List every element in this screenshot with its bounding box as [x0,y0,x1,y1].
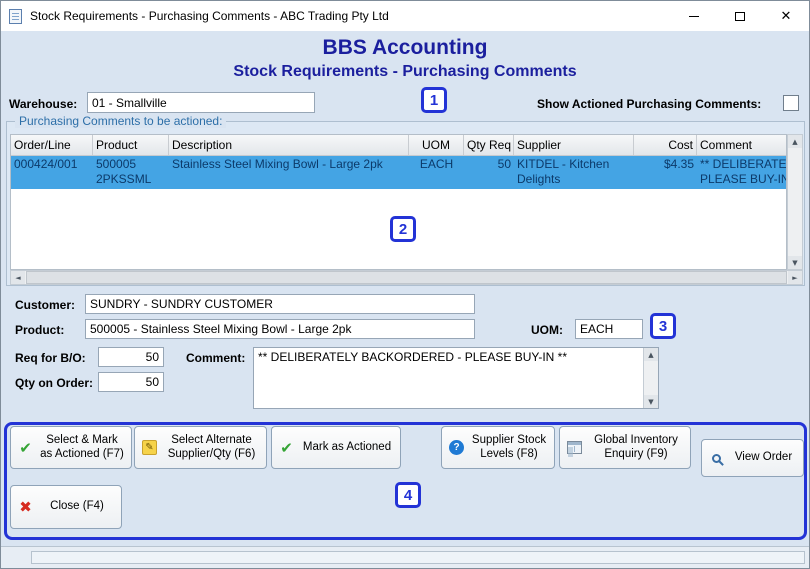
close-icon: ✕ [780,8,792,24]
title-bar: Stock Requirements - Purchasing Comments… [1,1,809,31]
warehouse-label: Warehouse: [9,97,78,111]
window-title: Stock Requirements - Purchasing Comments… [30,9,389,23]
cell-cost: $4.35 [663,157,694,171]
arrow-left-icon: ◄ [15,273,21,282]
customer-label: Customer: [15,298,76,312]
annotation-badge-3: 3 [650,313,676,339]
mark-as-actioned-button[interactable]: ✔ Mark as Actioned [271,426,401,469]
grid-col-qty-req[interactable]: Qty Req [464,135,514,155]
supplier-stock-levels-button[interactable]: ? Supplier Stock Levels (F8) [441,426,555,469]
cell-product: 500005 2PKSSML [96,157,152,186]
select-alternate-supplier-button[interactable]: ✎ Select Alternate Supplier/Qty (F6) [134,426,267,469]
arrow-up-icon: ▲ [792,137,798,146]
minimize-button[interactable] [671,1,717,31]
req-bo-label: Req for B/O: [15,351,86,365]
table-row[interactable]: 000424/001 500005 2PKSSML Stainless Stee… [11,156,787,189]
cell-description: Stainless Steel Mixing Bowl - Large 2pk [172,157,383,171]
show-actioned-checkbox[interactable] [783,95,799,111]
grid-col-supplier[interactable]: Supplier [514,135,634,155]
supplier-stock-levels-label: Supplier Stock Levels (F8) [471,433,547,460]
window-controls: ✕ [671,1,809,31]
check-icon: ✔ [280,438,293,457]
cell-supplier: KITDEL - Kitchen Delights [517,157,610,186]
view-order-label: View Order [734,451,793,464]
scroll-right-button[interactable]: ► [788,271,802,284]
grid-hscrollbar[interactable]: ◄ ► [10,270,803,285]
page-title: Stock Requirements - Purchasing Comments [233,63,577,80]
product-input[interactable]: 500005 - Stainless Steel Mixing Bowl - L… [85,319,475,339]
select-mark-actioned-button[interactable]: ✔ Select & Mark as Actioned (F7) [10,426,132,469]
close-form-label: Close (F4) [50,500,104,513]
grid-vscrollbar[interactable]: ▲ ▼ [787,134,803,270]
arrow-down-icon: ▼ [648,397,654,406]
comment-vscrollbar[interactable]: ▲ ▼ [643,348,658,408]
comment-scroll-up-button[interactable]: ▲ [644,348,658,361]
purchasing-comments-groupbox: Purchasing Comments to be actioned: Orde… [6,114,805,286]
annotation-badge-1: 1 [421,87,447,113]
comment-text: ** DELIBERATELY BACKORDERED - PLEASE BUY… [258,350,567,364]
grid-col-product[interactable]: Product [93,135,169,155]
scroll-down-button[interactable]: ▼ [788,256,802,269]
minimize-icon [689,15,699,17]
req-bo-input[interactable]: 50 [98,347,164,367]
app-icon [9,8,22,24]
app-title: BBS Accounting [322,36,488,59]
status-field [31,551,805,564]
grid-col-description[interactable]: Description [169,135,409,155]
status-bar [1,546,809,568]
comments-grid: Order/Line Product Description UOM Qty R… [10,134,787,270]
close-form-button[interactable]: ✖ Close (F4) [10,485,122,529]
comment-scroll-down-button[interactable]: ▼ [644,395,658,408]
comment-textarea[interactable]: ** DELIBERATELY BACKORDERED - PLEASE BUY… [253,347,659,409]
show-actioned-label: Show Actioned Purchasing Comments: [537,97,762,111]
maximize-button[interactable] [717,1,763,31]
uom-label: UOM: [531,323,563,337]
cell-comment: ** DELIBERATELY BACKORDERED - PLEASE BUY… [700,157,787,186]
maximize-icon [735,11,745,21]
global-inventory-enquiry-button[interactable]: Global Inventory Enquiry (F9) [559,426,691,469]
cell-order-line: 000424/001 [14,157,78,171]
arrow-down-icon: ▼ [792,258,798,267]
groupbox-label: Purchasing Comments to be actioned: [15,114,227,128]
grid-col-comment[interactable]: Comment [697,135,786,155]
arrow-up-icon: ▲ [648,350,654,359]
uom-input[interactable]: EACH [575,319,643,339]
cell-qty-req: 50 [497,157,511,171]
grid-inner: Order/Line Product Description UOM Qty R… [11,135,787,269]
grid-col-order-line[interactable]: Order/Line [11,135,93,155]
product-label: Product: [15,323,65,337]
application-window: { "window": { "title": "Stock Requiremen… [0,0,810,569]
magnifier-icon [712,453,721,463]
inventory-grid-icon [567,441,582,454]
arrow-right-icon: ► [792,273,798,282]
grid-col-uom[interactable]: UOM [409,135,464,155]
customer-input[interactable]: SUNDRY - SUNDRY CUSTOMER [85,294,475,314]
qty-on-order-label: Qty on Order: [15,376,94,390]
cell-uom: EACH [419,157,454,171]
select-mark-actioned-label: Select & Mark as Actioned (F7) [40,433,124,460]
question-icon: ? [449,440,464,455]
annotation-badge-4: 4 [395,482,421,508]
red-x-icon: ✖ [19,498,32,516]
qty-on-order-input[interactable]: 50 [98,372,164,392]
annotation-badge-2: 2 [390,216,416,242]
comment-label: Comment: [186,351,246,365]
warehouse-input[interactable]: 01 - Smallville [87,92,315,113]
scroll-left-button[interactable]: ◄ [11,271,25,284]
global-inventory-enquiry-label: Global Inventory Enquiry (F9) [594,433,678,460]
mark-as-actioned-label: Mark as Actioned [302,440,392,453]
hscroll-thumb[interactable] [26,271,787,284]
note-edit-icon: ✎ [142,440,157,455]
grid-header-row: Order/Line Product Description UOM Qty R… [11,135,786,156]
check-icon: ✔ [19,438,32,457]
close-button[interactable]: ✕ [763,1,809,31]
view-order-button[interactable]: View Order [701,439,804,477]
grid-col-cost[interactable]: Cost [634,135,697,155]
select-alternate-supplier-label: Select Alternate Supplier/Qty (F6) [167,433,256,460]
scroll-up-button[interactable]: ▲ [788,135,802,148]
